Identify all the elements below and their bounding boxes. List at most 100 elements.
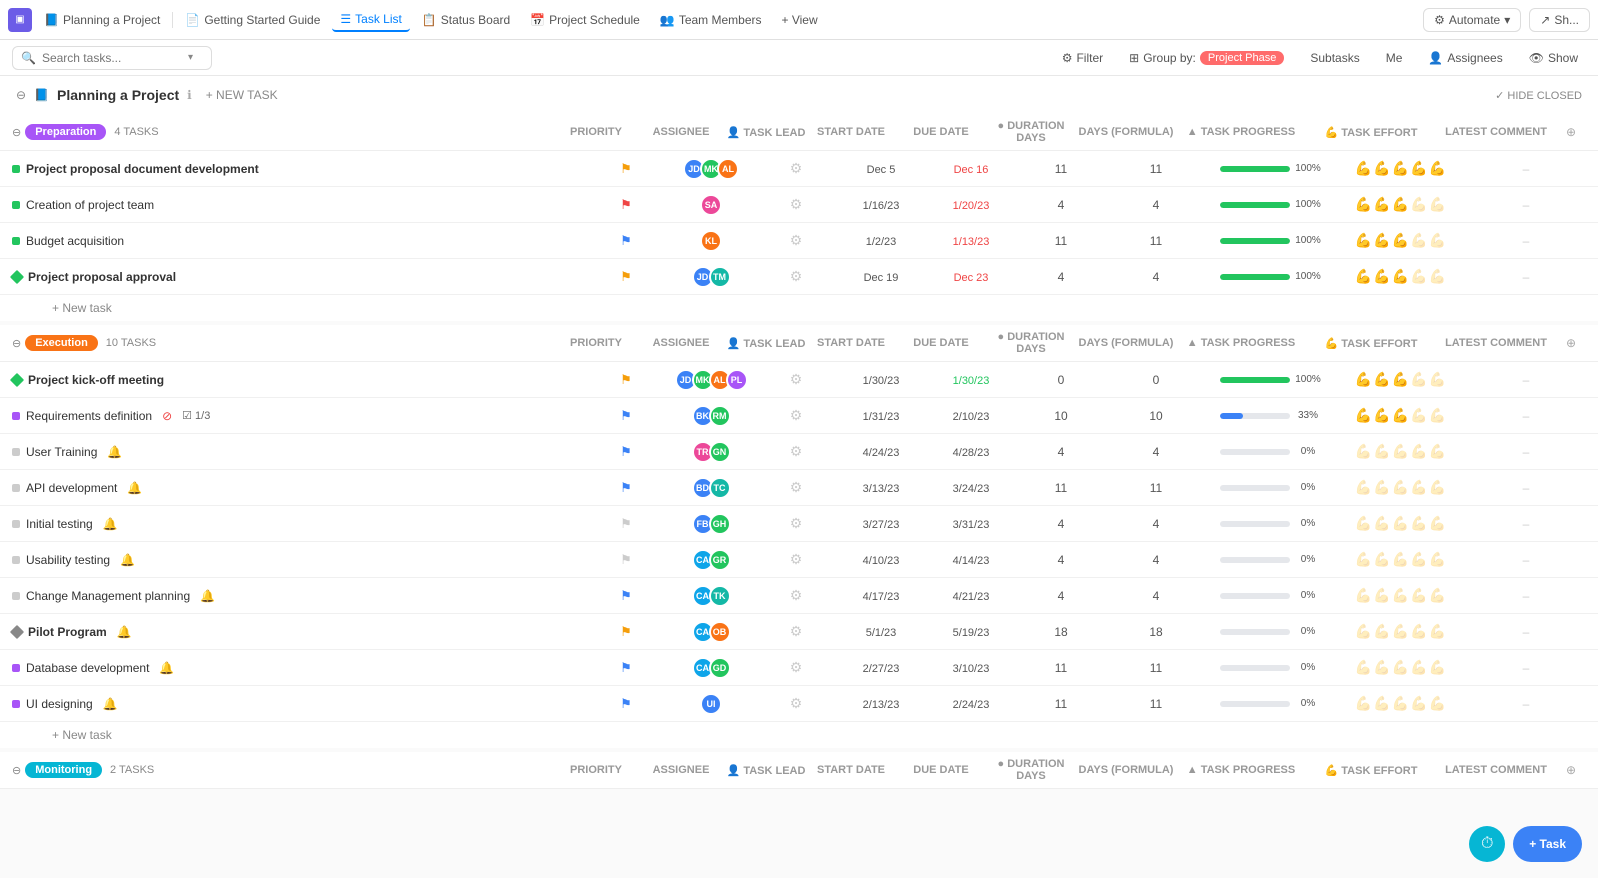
task-start-date: 3/13/23 xyxy=(836,481,926,495)
task-assignees: CA GD xyxy=(666,657,756,679)
task-lead: ⚙ xyxy=(756,371,836,388)
gear-icon[interactable]: ⚙ xyxy=(790,371,803,387)
task-days-formula: 4 xyxy=(1106,270,1206,284)
gear-icon[interactable]: ⚙ xyxy=(790,623,803,639)
add-column-button-mon[interactable]: ⊕ xyxy=(1556,763,1586,777)
task-start-date: Dec 19 xyxy=(836,270,926,284)
gear-icon[interactable]: ⚙ xyxy=(790,515,803,531)
tab-getting-started[interactable]: 📄 Getting Started Guide xyxy=(177,9,328,31)
task-status-dot xyxy=(12,201,20,209)
task-start-date: 2/27/23 xyxy=(836,661,926,675)
flag-icon: ⚑ xyxy=(620,161,632,176)
new-task-preparation[interactable]: + New task xyxy=(0,295,1598,321)
task-name-ui-designing: UI designing 🔔 xyxy=(12,697,586,711)
gear-icon[interactable]: ⚙ xyxy=(790,479,803,495)
col-header-latest-comment-ex: LATEST COMMENT xyxy=(1436,337,1556,349)
new-task-execution[interactable]: + New task xyxy=(0,722,1598,748)
task-lead: ⚙ xyxy=(756,232,836,249)
gear-icon[interactable]: ⚙ xyxy=(790,587,803,603)
col-header-latest-comment: LATEST COMMENT xyxy=(1436,126,1556,138)
tab-status-board[interactable]: 📋 Status Board xyxy=(414,9,518,31)
task-progress: 0% xyxy=(1206,626,1336,637)
gear-icon[interactable]: ⚙ xyxy=(790,659,803,675)
automate-button[interactable]: ⚙ Automate ▾ xyxy=(1423,8,1521,32)
task-due-date: 3/31/23 xyxy=(926,517,1016,531)
task-name-usability-testing: Usability testing 🔔 xyxy=(12,553,586,567)
task-duration: 10 xyxy=(1016,409,1106,423)
task-comment: – xyxy=(1466,198,1586,212)
tab-team-members[interactable]: 👥 Team Members xyxy=(652,9,770,31)
group-by-button[interactable]: ⊞ Group by: Project Phase xyxy=(1121,48,1292,68)
warning-icon: 🔔 xyxy=(103,697,118,711)
task-due-date: 4/21/23 xyxy=(926,589,1016,603)
timer-button[interactable]: ⏱ xyxy=(1469,826,1505,862)
task-due-date: 1/13/23 xyxy=(926,234,1016,248)
assignees-button[interactable]: 👤 Assignees xyxy=(1420,48,1510,68)
gear-icon[interactable]: ⚙ xyxy=(790,407,803,423)
search-input[interactable] xyxy=(42,51,182,65)
gear-icon[interactable]: ⚙ xyxy=(790,196,803,212)
task-effort: 💪💪💪💪💪 xyxy=(1336,479,1466,496)
task-progress: 100% xyxy=(1206,271,1336,282)
task-priority: ⚑ xyxy=(586,696,666,712)
col-header-assignee-mon: ASSIGNEE xyxy=(636,764,726,776)
group-execution: ⊖ Execution 10 TASKS PRIORITY ASSIGNEE 👤… xyxy=(0,325,1598,748)
project-title-nav[interactable]: 📘 Planning a Project xyxy=(36,9,168,31)
toolbar-actions: ⚙ Filter ⊞ Group by: Project Phase Subta… xyxy=(1054,48,1586,68)
timer-icon: ⏱ xyxy=(1481,835,1493,853)
hide-closed-button[interactable]: ✓ HIDE CLOSED xyxy=(1495,89,1582,102)
task-assignees: CA TK xyxy=(666,585,756,607)
task-effort: 💪💪💪💪💪 xyxy=(1336,623,1466,640)
gear-icon[interactable]: ⚙ xyxy=(790,268,803,284)
project-header: ⊖ 📘 Planning a Project ℹ + NEW TASK ✓ HI… xyxy=(0,76,1598,114)
task-priority: ⚑ xyxy=(586,233,666,249)
task-name-kickoff: Project kick-off meeting xyxy=(12,373,586,387)
share-button[interactable]: ↗ Sh... xyxy=(1529,8,1590,32)
flag-icon: ⚑ xyxy=(620,444,632,459)
group-toggle-preparation[interactable]: ⊖ xyxy=(12,126,21,139)
col-header-task-effort: 💪 TASK EFFORT xyxy=(1306,126,1436,139)
gear-icon[interactable]: ⚙ xyxy=(790,551,803,567)
task-assignees: BK RM xyxy=(666,405,756,427)
project-title: Planning a Project xyxy=(57,87,179,103)
search-box[interactable]: 🔍 ▾ xyxy=(12,46,212,70)
group-toggle-monitoring[interactable]: ⊖ xyxy=(12,764,21,777)
task-due-date: Dec 23 xyxy=(926,270,1016,284)
col-header-task-progress-ex: ▲ TASK PROGRESS xyxy=(1176,337,1306,349)
gear-icon[interactable]: ⚙ xyxy=(790,695,803,711)
gear-icon[interactable]: ⚙ xyxy=(790,443,803,459)
flag-icon: ⚑ xyxy=(620,372,632,387)
tab-task-list[interactable]: ☰ Task List xyxy=(332,8,409,32)
task-assignees: SA xyxy=(666,194,756,216)
add-task-button[interactable]: + Task xyxy=(1513,826,1582,862)
task-duration: 4 xyxy=(1016,445,1106,459)
task-progress: 0% xyxy=(1206,446,1336,457)
task-effort: 💪💪💪💪💪 xyxy=(1336,695,1466,712)
show-button[interactable]: 👁 Show xyxy=(1521,48,1586,68)
task-days-formula: 4 xyxy=(1106,589,1206,603)
collapse-icon[interactable]: ⊖ xyxy=(16,88,26,102)
task-comment: – xyxy=(1466,162,1586,176)
task-assignees: BD TC xyxy=(666,477,756,499)
tab-add-view[interactable]: + View xyxy=(774,9,826,31)
nav-divider xyxy=(172,12,173,28)
person-icon: 👤 xyxy=(727,127,741,139)
new-task-button[interactable]: + NEW TASK xyxy=(200,86,284,104)
tab-project-schedule[interactable]: 📅 Project Schedule xyxy=(522,9,648,31)
avatar: GD xyxy=(709,657,731,679)
add-column-button-ex[interactable]: ⊕ xyxy=(1556,336,1586,350)
app-logo[interactable]: ▣ xyxy=(8,8,32,32)
table-row: Usability testing 🔔 ⚑ CA GR ⚙ 4/10/23 4/… xyxy=(0,542,1598,578)
group-toggle-execution[interactable]: ⊖ xyxy=(12,337,21,350)
gear-icon[interactable]: ⚙ xyxy=(790,160,803,176)
group-count-execution: 10 TASKS xyxy=(106,337,156,349)
add-column-button[interactable]: ⊕ xyxy=(1556,125,1586,139)
gear-icon[interactable]: ⚙ xyxy=(790,232,803,248)
filter-button[interactable]: ⚙ Filter xyxy=(1054,48,1111,68)
task-lead: ⚙ xyxy=(756,659,836,676)
subtasks-button[interactable]: Subtasks xyxy=(1302,48,1367,68)
task-name-budget: Budget acquisition xyxy=(12,234,586,248)
me-button[interactable]: Me xyxy=(1378,48,1411,68)
task-priority: ⚑ xyxy=(586,161,666,177)
col-header-duration-mon: ● DURATION DAYS xyxy=(986,758,1076,782)
